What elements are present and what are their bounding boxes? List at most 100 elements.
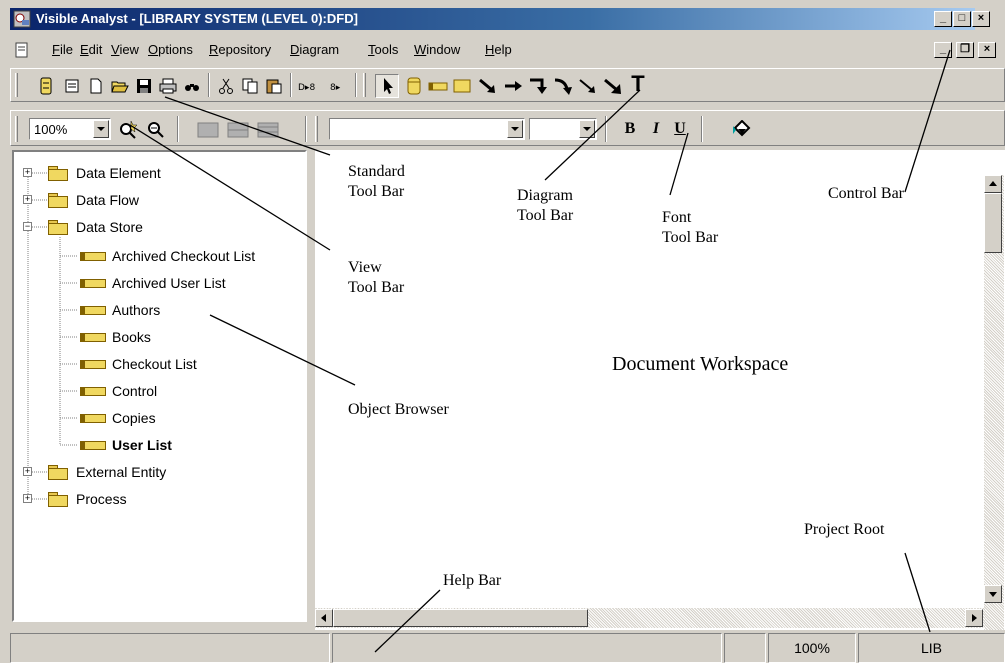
tree-leaf-checkout-list[interactable]: Checkout List xyxy=(80,353,197,375)
tree-leaf-books[interactable]: Books xyxy=(80,326,151,348)
grid-fine-icon[interactable] xyxy=(255,119,281,141)
label-document-workspace: Document Workspace xyxy=(612,353,789,375)
zoom-select[interactable]: 100% xyxy=(29,118,111,140)
fill-color-icon[interactable] xyxy=(731,118,753,140)
tree-node-external-entity[interactable]: External Entity xyxy=(48,461,166,483)
document-workspace[interactable] xyxy=(315,150,1005,630)
curved-line-icon[interactable] xyxy=(552,75,574,97)
repository-icon[interactable] xyxy=(35,75,57,97)
arrow-line-icon[interactable] xyxy=(602,75,624,97)
tree-node-data-element[interactable]: Data Element xyxy=(48,162,161,184)
chevron-down-icon[interactable] xyxy=(93,120,109,138)
menu-edit[interactable]: Edit xyxy=(80,42,102,57)
print-icon[interactable] xyxy=(157,75,179,97)
menu-tools[interactable]: Tools xyxy=(368,42,398,57)
nest-icon[interactable]: D▸8 xyxy=(296,75,326,97)
view-toolbar: 100% B I U xyxy=(10,110,1005,146)
process-tool-icon[interactable] xyxy=(403,75,425,97)
chevron-down-icon[interactable] xyxy=(507,120,523,138)
menu-help[interactable]: Help xyxy=(485,42,512,57)
tree-node-process[interactable]: Process xyxy=(48,488,127,510)
zoom-in-icon[interactable] xyxy=(117,118,139,140)
outline-icon[interactable] xyxy=(61,75,83,97)
pointer-icon xyxy=(384,78,393,94)
title-bar[interactable]: Visible Analyst - [LIBRARY SYSTEM (LEVEL… xyxy=(10,8,975,30)
grid-coarse-icon[interactable] xyxy=(195,119,221,141)
menu-options[interactable]: Options xyxy=(148,42,193,57)
label-view-toolbar: View Tool Bar xyxy=(348,259,405,296)
scroll-down-button[interactable] xyxy=(984,585,1002,603)
maximize-button[interactable]: □ xyxy=(953,11,971,27)
new-file-icon[interactable] xyxy=(85,75,107,97)
tree-leaf-authors[interactable]: Authors xyxy=(80,299,160,321)
tree-leaf-user-list[interactable]: User List xyxy=(80,434,172,456)
text-tool-icon[interactable]: T xyxy=(627,71,649,96)
horizontal-scroll-thumb[interactable] xyxy=(333,609,588,627)
label-font-toolbar: Font Tool Bar xyxy=(662,209,719,246)
data-store-icon xyxy=(80,305,106,315)
horizontal-scrollbar[interactable] xyxy=(315,608,985,628)
doc-close-button[interactable]: × xyxy=(978,42,996,58)
vertical-scrollbar[interactable] xyxy=(984,175,1004,630)
menu-file[interactable]: File xyxy=(52,42,73,57)
external-entity-tool-icon[interactable] xyxy=(451,75,473,97)
menu-view[interactable]: View xyxy=(111,42,139,57)
data-store-icon xyxy=(80,359,106,369)
expand-icon[interactable]: + xyxy=(23,467,32,476)
expand-icon[interactable]: + xyxy=(23,195,32,204)
italic-button[interactable]: I xyxy=(645,118,667,140)
tree-leaf-control[interactable]: Control xyxy=(80,380,157,402)
data-store-icon xyxy=(80,386,106,396)
expand-icon[interactable]: + xyxy=(23,494,32,503)
menu-diagram[interactable]: Diagram xyxy=(290,42,339,57)
find-icon[interactable] xyxy=(181,75,203,97)
data-store-icon xyxy=(80,413,106,423)
underline-button[interactable]: U xyxy=(669,118,691,140)
select-tool-button[interactable] xyxy=(375,74,399,98)
cut-icon[interactable] xyxy=(215,75,237,97)
data-store-tool-icon[interactable] xyxy=(427,75,449,97)
scroll-up-button[interactable] xyxy=(984,175,1002,193)
parent-icon[interactable]: 8▸ xyxy=(327,75,349,97)
close-button[interactable]: × xyxy=(972,11,990,27)
font-size-select[interactable] xyxy=(529,118,597,140)
arrow-down-icon xyxy=(989,592,997,597)
app-icon[interactable] xyxy=(13,10,31,28)
save-icon[interactable] xyxy=(133,75,155,97)
chevron-down-icon[interactable] xyxy=(579,120,595,138)
status-panel-blank xyxy=(724,633,766,663)
svg-text:8▸: 8▸ xyxy=(330,83,341,92)
vertical-scroll-thumb[interactable] xyxy=(984,193,1002,253)
zoom-out-icon[interactable] xyxy=(145,118,167,140)
tree-leaf-archived-user-list[interactable]: Archived User List xyxy=(80,272,226,294)
tree-node-data-flow[interactable]: Data Flow xyxy=(48,189,139,211)
doc-restore-button[interactable]: ❐ xyxy=(956,42,974,58)
tree-node-data-store[interactable]: Data Store xyxy=(48,216,143,238)
copy-icon[interactable] xyxy=(239,75,261,97)
arrow-left-icon xyxy=(321,614,326,622)
open-folder-icon[interactable] xyxy=(109,75,131,97)
elbow-line-icon[interactable] xyxy=(527,75,549,97)
paste-icon[interactable] xyxy=(263,75,285,97)
doc-minimize-button[interactable]: _ xyxy=(934,42,952,58)
label-project-root: Project Root xyxy=(804,521,885,538)
collapse-icon[interactable]: − xyxy=(23,222,32,231)
expand-icon[interactable]: + xyxy=(23,168,32,177)
tree-leaf-archived-checkout-list[interactable]: Archived Checkout List xyxy=(80,245,255,267)
minimize-button[interactable]: _ xyxy=(934,11,952,27)
scroll-left-button[interactable] xyxy=(315,609,333,627)
tree-leaf-copies[interactable]: Copies xyxy=(80,407,156,429)
toolbar-grip[interactable] xyxy=(15,73,18,97)
scroll-right-button[interactable] xyxy=(965,609,983,627)
document-icon[interactable] xyxy=(14,42,30,58)
menu-repository[interactable]: Repository xyxy=(209,42,271,57)
font-name-select[interactable] xyxy=(329,118,525,140)
folder-icon xyxy=(48,166,68,181)
grid-medium-icon[interactable] xyxy=(225,119,251,141)
straight-line-icon[interactable] xyxy=(502,75,524,97)
status-zoom: 100% xyxy=(768,633,856,663)
diagonal-line-icon[interactable] xyxy=(477,75,499,97)
thin-diagonal-line-icon[interactable] xyxy=(577,75,599,97)
menu-window[interactable]: Window xyxy=(414,42,460,57)
bold-button[interactable]: B xyxy=(619,118,641,140)
